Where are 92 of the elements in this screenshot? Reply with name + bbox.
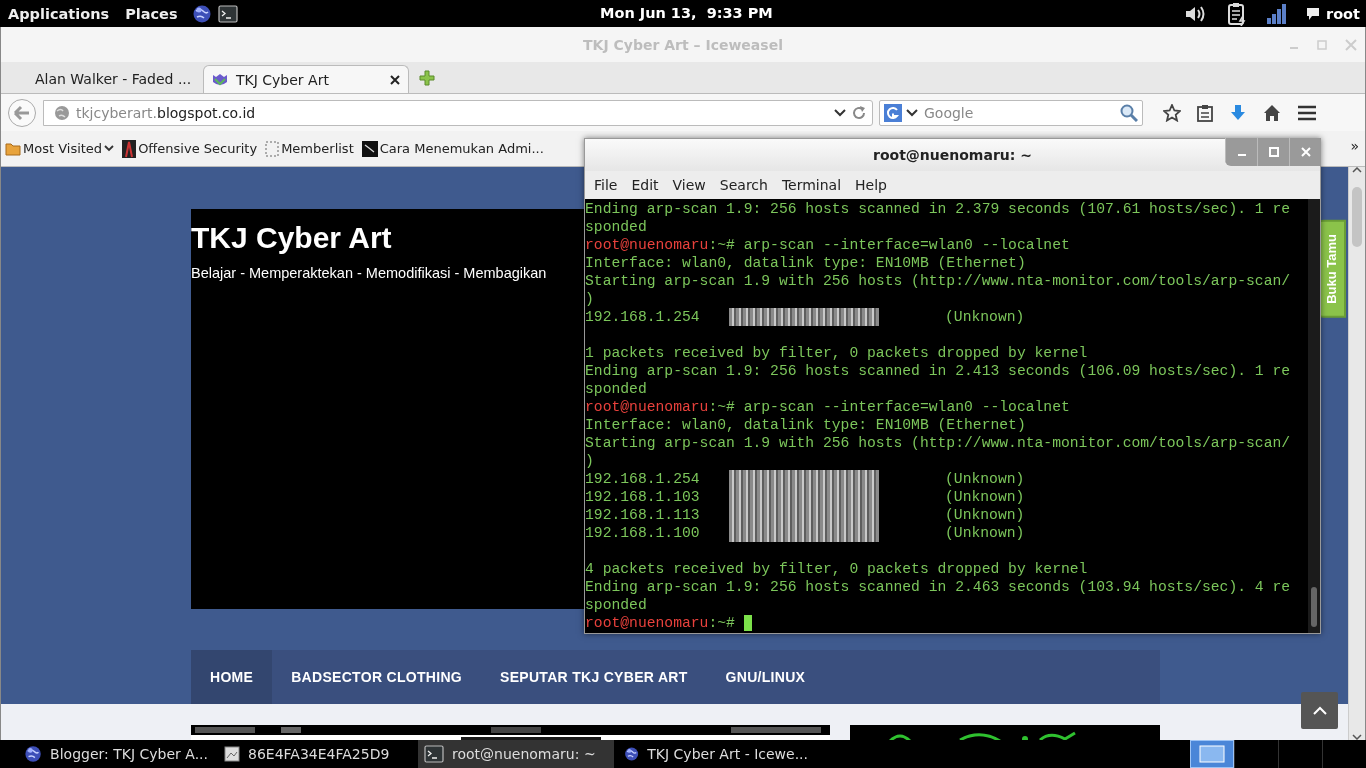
- terminal-output: Ending arp-scan 1.9: 256 hosts scanned in 2.463 seconds (103.94 hosts/sec). 4 re: [585, 578, 1291, 596]
- taskbar-item[interactable]: root@nuenomaru: ~: [418, 740, 614, 768]
- terminal-output: sponded: [585, 596, 647, 614]
- command-line: root@nuenomaru:~#: [585, 614, 735, 632]
- terminal-output: sponded: [585, 218, 647, 236]
- vendor-label: (Unknown): [945, 488, 1025, 506]
- bookmark-item[interactable]: Cara Menemukan Admi...: [361, 140, 544, 157]
- clipboard-icon[interactable]: [1197, 103, 1213, 122]
- globe-icon: [24, 744, 43, 764]
- vendor-label: (Unknown): [945, 524, 1025, 542]
- menu-item[interactable]: Search: [712, 177, 775, 193]
- command-line: root@nuenomaru:~# arp-scan --interface=wlan0 --localnet: [585, 236, 1070, 254]
- close-icon[interactable]: [390, 74, 400, 85]
- terminal-output: Ending arp-scan 1.9: 256 hosts scanned in 2.413 seconds (106.09 hosts/sec). 1 re: [585, 362, 1291, 380]
- window-title: TKJ Cyber Art – Iceweasel: [583, 36, 783, 53]
- signal-icon[interactable]: [1266, 3, 1288, 24]
- scrollbar-thumb[interactable]: [1311, 587, 1317, 627]
- ip-address: 192.168.1.100: [585, 524, 701, 542]
- terminal-output: Interface: wlan0, datalink type: EN10MB (Ethernet): [585, 416, 1026, 434]
- bookmark-item[interactable]: Offensive Security: [122, 139, 258, 158]
- menu-item[interactable]: Terminal: [774, 177, 849, 193]
- bookmark-item[interactable]: Memberlist: [265, 140, 354, 157]
- menu-button[interactable]: Applications: [0, 5, 118, 22]
- ip-address: 192.168.1.103: [585, 488, 701, 506]
- terminal-output: ): [585, 452, 594, 470]
- star-icon[interactable]: [1163, 103, 1181, 122]
- chevron-up-icon: [1312, 706, 1327, 715]
- command-line: root@nuenomaru:~# arp-scan --interface=wlan0 --localnet: [585, 398, 1070, 416]
- nav-link[interactable]: BADSECTOR CLOTHING: [272, 650, 481, 704]
- back-button[interactable]: [7, 97, 37, 128]
- back-to-top-button[interactable]: [1301, 692, 1338, 729]
- browser-tab[interactable]: TKJ Cyber Art: [203, 65, 409, 93]
- google-g-icon[interactable]: [884, 103, 902, 122]
- clipboard-icon[interactable]: [1226, 1, 1248, 26]
- vendor-label: (Unknown): [945, 308, 1025, 326]
- nav-link[interactable]: SEPUTAR TKJ CYBER ART: [481, 650, 707, 704]
- vendor-label: (Unknown): [945, 470, 1025, 488]
- nav-link[interactable]: HOME: [191, 650, 273, 704]
- menu-item[interactable]: Help: [848, 177, 894, 193]
- ip-address: 192.168.1.113: [585, 506, 701, 524]
- workspace-button[interactable]: [1190, 740, 1234, 768]
- globe-icon: [54, 104, 70, 121]
- ip-address: 192.168.1.254: [585, 308, 701, 326]
- chat-icon[interactable]: [1306, 6, 1320, 21]
- terminal-output: Ending arp-scan 1.9: 256 hosts scanned in 2.379 seconds (107.61 hosts/sec). 1 re: [585, 200, 1291, 218]
- menu-item[interactable]: File: [587, 177, 625, 193]
- menu-item[interactable]: Edit: [624, 177, 666, 193]
- bookmark-item[interactable]: Most Visited: [5, 140, 115, 157]
- window-title: root@nuenomaru: ~: [873, 147, 1032, 163]
- menu-item[interactable]: View: [665, 177, 713, 193]
- tower-icon: [122, 139, 137, 158]
- home-icon[interactable]: [1263, 103, 1281, 122]
- chevron-down-icon[interactable]: [906, 108, 918, 117]
- reload-icon[interactable]: [852, 105, 866, 120]
- search-bar[interactable]: Google: [879, 99, 1143, 126]
- search-field[interactable]: Google: [922, 103, 1116, 122]
- search-icon[interactable]: [1120, 103, 1138, 122]
- image-icon: [224, 746, 240, 762]
- overflow-button[interactable]: »: [1350, 138, 1359, 154]
- terminal-output: 4 packets received by filter, 0 packets dropped by kernel: [585, 560, 1088, 578]
- menu-button[interactable]: Places: [117, 5, 186, 22]
- globe-icon[interactable]: [191, 3, 212, 24]
- vendor-label: (Unknown): [945, 506, 1025, 524]
- scroll-down-icon[interactable]: [1352, 734, 1362, 740]
- user-menu[interactable]: root: [1326, 5, 1360, 22]
- terminal-output: sponded: [585, 380, 647, 398]
- browser-tab[interactable]: Alan Walker - Faded ...: [19, 65, 199, 93]
- blog-title[interactable]: TKJ Cyber Art: [191, 221, 392, 255]
- chevron-down-icon[interactable]: [834, 108, 846, 117]
- folder-icon: [5, 140, 21, 157]
- terminal-output: ): [585, 290, 594, 308]
- terminal-output: 1 packets received by filter, 0 packets dropped by kernel: [585, 344, 1088, 362]
- chevron-down-icon: [104, 145, 115, 152]
- clock[interactable]: Mon Jun 13, 9:33 PM: [600, 5, 773, 21]
- scroll-up-icon[interactable]: [1352, 167, 1362, 173]
- taskbar-item[interactable]: Blogger: TKJ Cyber A...: [18, 740, 214, 768]
- scrollbar-thumb[interactable]: [1352, 187, 1362, 247]
- blog-tagline: Belajar - Memperaktekan - Memodifikasi - Membagikan: [191, 265, 547, 281]
- terminal-output: Interface: wlan0, datalink type: EN10MB (Ethernet): [585, 254, 1026, 272]
- nav-link[interactable]: GNU/LINUX: [706, 650, 825, 704]
- plus-icon[interactable]: [419, 69, 435, 86]
- page-icon: [265, 140, 280, 157]
- shield-icon: [212, 72, 228, 87]
- terminal-output: Starting arp-scan 1.9 with 256 hosts (http://www.nta-monitor.com/tools/arp-scan/: [585, 272, 1291, 290]
- ip-address: 192.168.1.254: [585, 470, 701, 488]
- taskbar-item[interactable]: TKJ Cyber Art - Icewe...: [618, 740, 814, 768]
- download-icon[interactable]: [1229, 103, 1247, 122]
- taskbar-item[interactable]: 86E4FA34E4FA25D9: [218, 740, 414, 768]
- window-thumbnail-icon: [1199, 745, 1225, 763]
- address-bar[interactable]: tkjcyberart.blogspot.co.id: [43, 99, 873, 126]
- menu-icon[interactable]: [1297, 104, 1317, 121]
- terminal-output: Starting arp-scan 1.9 with 256 hosts (http://www.nta-monitor.com/tools/arp-scan/: [585, 434, 1291, 452]
